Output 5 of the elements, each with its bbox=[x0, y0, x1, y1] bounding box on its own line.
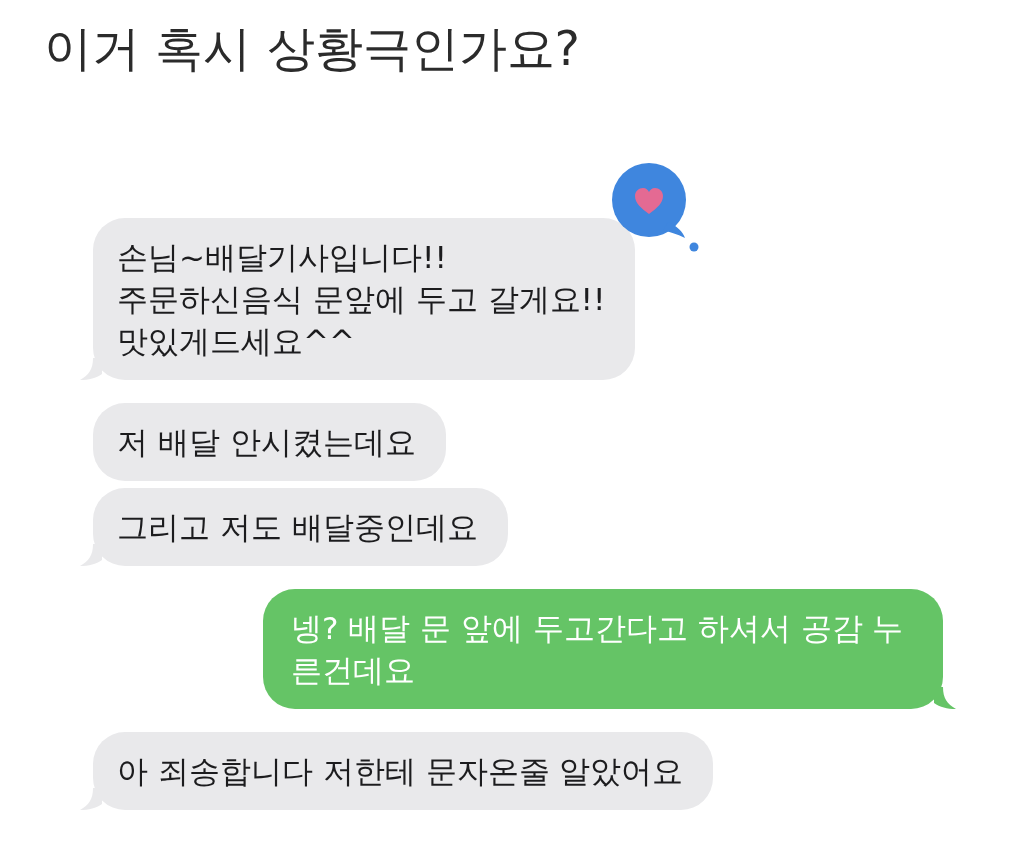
received-message: 아 죄송합니다 저한테 문자온줄 알았어요 bbox=[93, 732, 714, 810]
sent-message: 넹? 배달 문 앞에 두고간다고 하셔서 공감 누른건데요 bbox=[263, 589, 943, 709]
post-title: 이거 혹시 상황극인가요? bbox=[44, 19, 580, 78]
received-message: 그리고 저도 배달중인데요 bbox=[93, 488, 508, 566]
received-message: 저 배달 안시켰는데요 bbox=[93, 403, 446, 481]
